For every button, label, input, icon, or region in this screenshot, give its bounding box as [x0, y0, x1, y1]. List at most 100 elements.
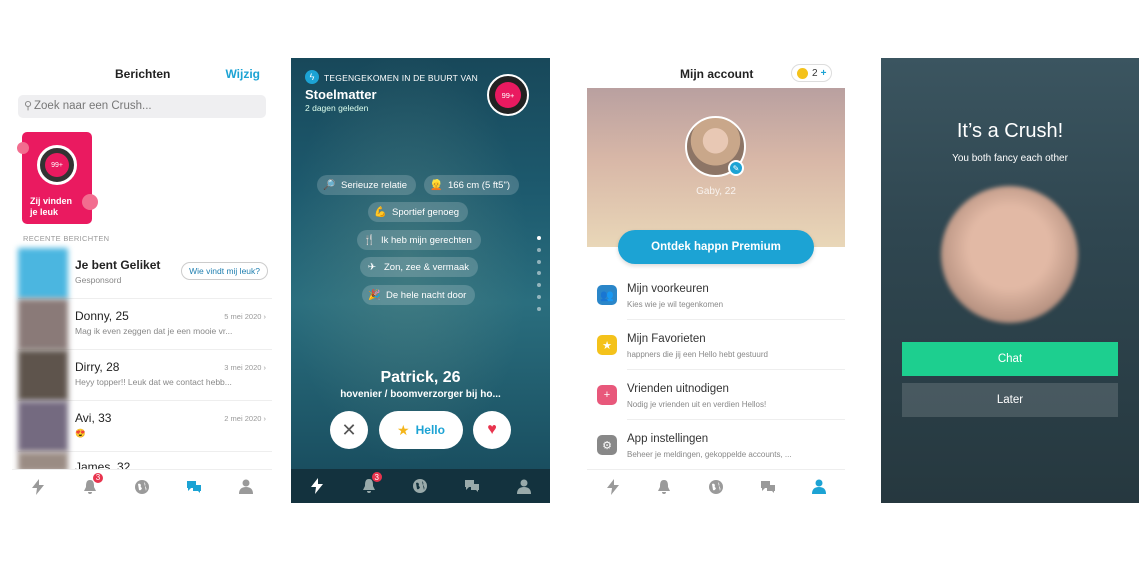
tab-profile[interactable]	[512, 474, 536, 498]
hello-label: Hello	[415, 423, 445, 437]
cutlery-icon: 🍴	[363, 234, 376, 246]
tab-bar	[587, 469, 845, 503]
list-item[interactable]: Avi, 33 😍 2 mei 2020 ›	[18, 401, 272, 452]
profile-screen: ϟ TEGENGEKOMEN IN DE BUURT VAN Stoelmatt…	[291, 58, 550, 503]
tab-messages[interactable]	[182, 475, 206, 499]
credits-count: 2	[812, 67, 818, 79]
globe-icon	[135, 479, 149, 494]
chip-height: 👱 166 cm (5 ft5")	[424, 175, 519, 195]
conversation-name: Dirry, 28	[75, 360, 120, 374]
person-icon: 👱	[430, 179, 443, 191]
credits-button[interactable]: 2 +	[791, 64, 833, 82]
tab-messages[interactable]	[460, 474, 484, 498]
muscle-icon: 💪	[374, 206, 387, 218]
tab-notifications[interactable]: 3	[78, 471, 104, 499]
reject-button[interactable]: ✕	[330, 411, 368, 449]
list-item[interactable]: Je bent Geliket Gesponsord Wie vindt mij…	[18, 248, 272, 299]
profile-job: hovenier / boomverzorger bij ho...	[340, 389, 501, 400]
menu-item-title: Mijn voorkeuren	[627, 283, 709, 295]
photo-pager[interactable]	[536, 236, 542, 311]
edit-button[interactable]: Wijzig	[225, 67, 260, 81]
conversation-date: 5 mei 2020 ›	[224, 312, 266, 321]
heart-icon	[82, 194, 98, 210]
heart-icon: ♥	[487, 421, 497, 438]
likes-badge-button[interactable]: 99+	[487, 74, 529, 116]
menu-item-title: App instellingen	[627, 433, 709, 445]
menu-item-title: Mijn Favorieten	[627, 333, 706, 345]
profile-name: Patrick, 26	[380, 369, 461, 386]
chat-bubbles-icon	[187, 480, 201, 493]
tab-bar: 3	[12, 469, 272, 503]
person-icon	[812, 479, 827, 494]
later-button[interactable]: Later	[902, 383, 1118, 417]
magnifier-icon: 🔎	[323, 179, 336, 191]
edit-icon[interactable]: ✎	[728, 160, 744, 176]
list-item[interactable]: Donny, 25 Mag ik even zeggen dat je een …	[18, 299, 272, 350]
crush-screen: It’s a Crush! You both fancy each other …	[881, 58, 1139, 503]
tab-timeline[interactable]	[26, 475, 50, 499]
tab-map[interactable]	[130, 475, 154, 499]
crush-subtitle: You both fancy each other	[952, 153, 1068, 164]
avatar	[18, 401, 68, 452]
conversation-subtitle: Heyy topper!! Leuk dat we contact hebb..…	[75, 377, 232, 387]
list-item[interactable]: Dirry, 28 Heyy topper!! Leuk dat we cont…	[18, 350, 272, 401]
section-label: RECENTE BERICHTEN	[23, 234, 110, 243]
tab-messages[interactable]	[756, 475, 780, 499]
tab-notifications[interactable]: 3	[357, 471, 383, 498]
premium-button[interactable]: Ontdek happn Premium	[618, 230, 814, 264]
conversation-date: 3 mei 2020 ›	[224, 363, 266, 372]
chat-bubbles-icon	[760, 480, 775, 493]
search-input[interactable]: ⚲ Zoek naar een Crush...	[18, 95, 266, 118]
location-name: Stoelmatter	[305, 87, 377, 102]
search-icon: ⚲	[24, 100, 33, 112]
tab-map[interactable]	[408, 474, 432, 498]
menu-item-subtitle: Beheer je meldingen, gekoppelde accounts…	[627, 450, 792, 459]
menu-item-subtitle: Nodig je vrienden uit en verdien Hellos!	[627, 400, 767, 409]
like-button[interactable]: ♥	[473, 411, 511, 449]
menu-item-settings[interactable]: ⚙ App instellingen Beheer je meldingen, …	[587, 421, 845, 470]
conversation-subtitle: 😍	[75, 428, 86, 438]
likes-badge: 99+	[495, 82, 521, 108]
plane-icon: ✈	[367, 261, 377, 273]
likes-card[interactable]: 99+ Zij vinden je leuk	[17, 132, 98, 224]
add-friend-icon: +	[597, 385, 617, 405]
tab-timeline[interactable]	[601, 475, 625, 499]
hello-button[interactable]: ★ Hello	[379, 411, 463, 449]
tab-profile[interactable]	[234, 475, 258, 499]
search-placeholder: Zoek naar een Crush...	[34, 100, 152, 112]
star-icon: ★	[597, 335, 617, 355]
close-icon: ✕	[341, 419, 357, 440]
lightning-icon	[606, 478, 619, 495]
avatar	[18, 350, 68, 401]
who-likes-me-button[interactable]: Wie vindt mij leuk?	[181, 262, 268, 280]
plus-icon: +	[820, 67, 827, 79]
chip-food: 🍴 Ik heb mijn gerechten	[357, 230, 481, 250]
tab-timeline[interactable]	[305, 474, 329, 498]
bell-icon	[658, 479, 671, 494]
chip-travel: ✈ Zon, zee & vermaak	[360, 257, 479, 277]
crossed-label: TEGENGEKOMEN IN DE BUURT VAN	[324, 73, 478, 83]
chat-bubbles-icon	[465, 480, 480, 492]
conversation-date: 2 mei 2020 ›	[224, 414, 266, 423]
tab-bar: 3	[291, 469, 550, 503]
menu-item-preferences[interactable]: 👥 Mijn voorkeuren Kies wie je wil tegenk…	[587, 271, 845, 320]
time-ago: 2 dagen geleden	[305, 103, 369, 113]
coin-icon	[797, 67, 808, 79]
user-name: Gaby, 22	[696, 186, 736, 197]
tab-profile[interactable]	[807, 475, 831, 499]
menu-item-title: Vrienden uitnodigen	[627, 383, 729, 395]
menu-item-favorites[interactable]: ★ Mijn Favorieten happners die jij een H…	[587, 321, 845, 370]
tab-map[interactable]	[704, 475, 728, 499]
party-icon: 🎉	[368, 289, 381, 301]
messages-screen: Berichten Wijzig ⚲ Zoek naar een Crush..…	[12, 58, 272, 503]
likes-label: Zij vinden je leuk	[30, 196, 73, 217]
tab-notifications[interactable]	[652, 475, 676, 499]
notification-badge: 3	[92, 471, 104, 484]
conversation-subtitle: Mag ik even zeggen dat je een mooie vr..…	[75, 326, 233, 336]
chat-button[interactable]: Chat	[902, 342, 1118, 376]
person-icon	[517, 479, 532, 494]
menu-item-subtitle: happners die jij een Hello hebt gestuurd	[627, 350, 768, 359]
lightning-icon: ϟ	[305, 70, 319, 84]
chip-party: 🎉 De hele nacht door	[362, 285, 476, 305]
menu-item-invite[interactable]: + Vrienden uitnodigen Nodig je vrienden …	[587, 371, 845, 420]
